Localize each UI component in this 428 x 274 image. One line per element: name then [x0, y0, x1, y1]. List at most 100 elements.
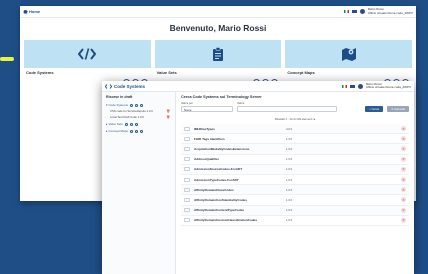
background-accent-marker	[0, 57, 14, 61]
table-row[interactable]: AdmissionSourceCodes-ForADT 1.0.0 ✕	[181, 164, 409, 175]
card-banner	[24, 40, 151, 68]
english-flag-icon[interactable]	[351, 10, 357, 13]
table-row[interactable]: AffinityDomainContentTypeCodes 1.0.0 ✕	[181, 205, 409, 216]
row-version: 1.0.0	[286, 187, 293, 192]
sidebar-group-code-systems[interactable]: ▾ Code Systems	[106, 103, 173, 107]
row-version: 1.0.0	[286, 136, 293, 141]
pagination: Risultati 1 - 10 di 139 elementi ▸	[181, 117, 409, 121]
card-banner	[154, 40, 282, 68]
sidebar-group-label: Concept Maps	[108, 129, 128, 133]
delete-icon[interactable]: ✕	[401, 187, 406, 193]
delete-icon[interactable]: ✕	[401, 156, 406, 162]
add-icon[interactable]	[140, 103, 144, 107]
row-version: 4.0.0	[286, 126, 293, 131]
sidebar-group-label: Code Systems	[108, 103, 129, 107]
row-name: AdmissionSourceCodes-ForADT	[194, 167, 243, 172]
expand-icon[interactable]	[184, 197, 190, 202]
search-title: Cerca Code Systems sul Terminology Serve…	[181, 95, 262, 99]
delete-icon[interactable]: ✕	[401, 126, 406, 132]
home-link[interactable]: Home	[23, 9, 40, 14]
table-row[interactable]: IMHDiseTypes 4.0.0 ✕	[181, 124, 409, 135]
italian-flag-icon[interactable]	[341, 84, 347, 88]
sidebar-group-concept-maps[interactable]: ▸ Concept Maps	[106, 129, 173, 133]
expand-icon[interactable]	[184, 146, 190, 151]
row-version: 1.0.0	[286, 177, 293, 182]
next-page-icon[interactable]: ▸	[313, 117, 315, 121]
field-type-select[interactable]: Nome	[181, 106, 233, 112]
table-row[interactable]: FHIR Tags Identifiers 1.0.0 ✕	[181, 134, 409, 145]
expand-icon[interactable]	[184, 218, 190, 223]
sidebar-title: Risorse in draft	[106, 95, 133, 99]
row-version: 1.0.0	[286, 218, 293, 223]
expand-icon[interactable]	[184, 208, 190, 213]
search-icon[interactable]	[129, 129, 133, 133]
row-version: 1.0.0	[286, 197, 293, 202]
expand-icon[interactable]	[184, 187, 190, 192]
row-version: 1.0.0	[286, 146, 293, 151]
italian-flag-icon[interactable]	[343, 10, 349, 13]
row-name: FHIR Tags Identifiers	[194, 136, 225, 141]
user-icon[interactable]	[135, 103, 139, 107]
delete-icon[interactable]: ✕	[401, 207, 406, 213]
user-icon[interactable]	[134, 129, 138, 133]
avatar[interactable]	[357, 83, 363, 89]
delete-icon[interactable]: ✕	[401, 146, 406, 152]
table-row[interactable]: AffinityDomainConfidentialityCodes 1.0.0 ✕	[181, 195, 409, 206]
row-version: 1.0.0	[286, 167, 293, 172]
front-user-org: Ufficio virtuale Roma coda_2WPV	[365, 85, 411, 89]
sidebar-item[interactable]: CSS code for Servicedispute 1.0.0 🗑	[110, 109, 173, 113]
sidebar-item[interactable]: Local Test Draft Code 1.0.0 🗑	[110, 115, 173, 119]
field-value: Valore	[237, 102, 337, 112]
delete-icon[interactable]: ✕	[401, 136, 406, 142]
add-icon[interactable]	[134, 122, 138, 126]
table-row[interactable]: AffinityDomainClassCodes 1.0.0 ✕	[181, 185, 409, 196]
avatar[interactable]	[359, 9, 365, 14]
delete-icon[interactable]: 🗑	[166, 115, 170, 119]
expand-icon[interactable]	[184, 136, 190, 141]
search-input[interactable]	[237, 106, 337, 112]
brand[interactable]: Code Systems	[105, 84, 145, 89]
clipboard-icon	[213, 47, 223, 61]
delete-icon[interactable]: ✕	[401, 217, 406, 223]
table-row[interactable]: AffinityDomainCustomClassificationCodes 1…	[181, 216, 409, 226]
user-icon[interactable]	[129, 122, 133, 126]
home-topbar: Home Mario Rossi Ufficio virtuale Roma c…	[20, 6, 416, 18]
expand-icon[interactable]	[184, 167, 190, 172]
delete-icon[interactable]: 🗑	[166, 109, 170, 113]
sidebar-item-label: Local Test Draft Code 1.0.0	[110, 115, 144, 119]
delete-icon[interactable]: ✕	[401, 166, 406, 172]
expand-icon[interactable]	[184, 157, 190, 162]
row-name: AffinityDomainCustomClassificationCodes	[194, 218, 258, 223]
add-icon[interactable]	[139, 129, 143, 133]
map-icon	[341, 48, 356, 61]
search-button-label: Cerca	[371, 107, 379, 111]
search-icon[interactable]	[124, 122, 128, 126]
row-name: AffinityDomainClassCodes	[194, 187, 234, 192]
search-button[interactable]: ⌕ Cerca	[365, 106, 383, 112]
expand-icon[interactable]	[184, 177, 190, 182]
chevron-right-icon: ▸	[106, 122, 108, 126]
delete-icon[interactable]: ✕	[401, 177, 406, 183]
home-label: Home	[29, 9, 41, 14]
delete-icon[interactable]: ✕	[401, 197, 406, 203]
front-user-area: Mario Rossi Ufficio virtuale Roma coda_2…	[341, 82, 411, 90]
table-row[interactable]: AdmissionTypeCodes-ForADT 1.0.0 ✕	[181, 175, 409, 186]
sidebar-group-value-sets[interactable]: ▸ Value Sets	[106, 122, 173, 126]
card-banner	[285, 40, 413, 68]
home-user-area: Mario Rossi Ufficio virtuale Roma coda_2…	[343, 8, 413, 15]
english-flag-icon[interactable]	[349, 84, 355, 88]
chevron-down-icon: ▾	[106, 103, 108, 107]
expand-icon[interactable]	[184, 126, 190, 131]
sidebar-item-label: CSS code for Servicedispute 1.0.0	[110, 109, 153, 113]
clear-button[interactable]: ✕ Cancella	[386, 106, 409, 112]
code-systems-body: Risorse in draft ▾ Code Systems CSS code…	[102, 92, 414, 274]
field-value-label: Valore	[237, 102, 245, 105]
sidebar-group-label: Value Sets	[108, 122, 123, 126]
search-form: Valore per Nome Valore ⌕ Cerca ✕ Cancell…	[181, 102, 409, 112]
card-title: Concept Maps	[287, 70, 315, 75]
table-row[interactable]: AddressQualifier 1.0.0 ✕	[181, 155, 409, 165]
card-title: Value Sets	[156, 70, 177, 75]
search-icon[interactable]	[130, 103, 134, 107]
row-version: 1.0.0	[286, 208, 293, 213]
table-row[interactable]: AcquisitionModalityCodesExtensions 1.0.0 ✕	[181, 144, 409, 155]
